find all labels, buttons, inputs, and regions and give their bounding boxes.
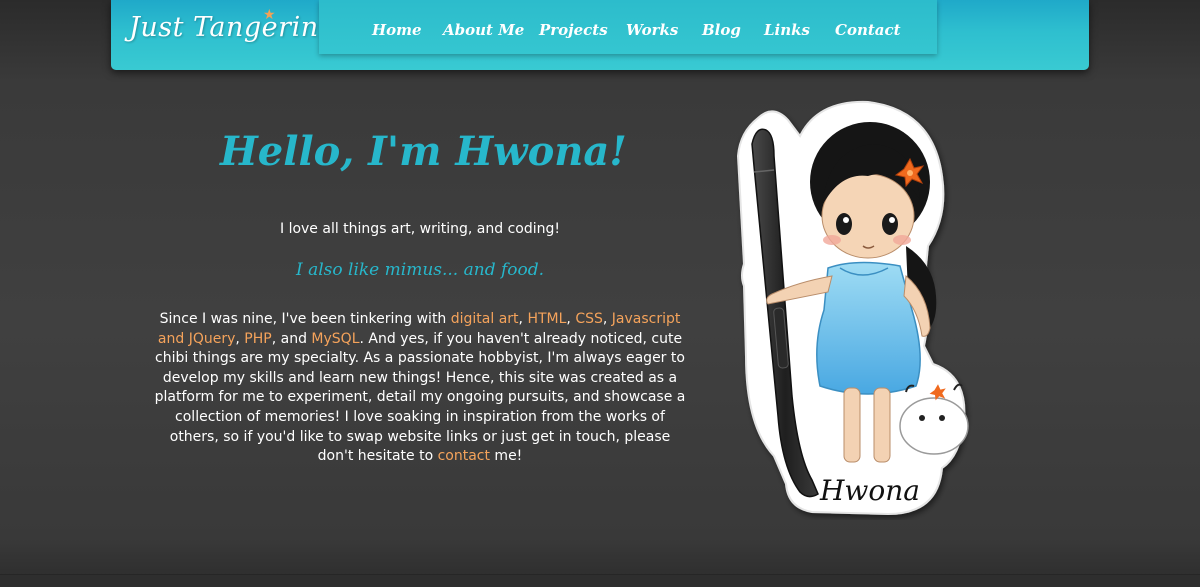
page-title: Hello, I'm Hwona! [220, 128, 627, 175]
site-logo[interactable]: Just Tangerine [129, 12, 335, 43]
bio-text: me! [489, 448, 523, 465]
chibi-illustration: Hwona [736, 100, 969, 516]
nav-home[interactable]: Home [372, 21, 422, 39]
nav-blog[interactable]: Blog [702, 21, 741, 39]
link-css[interactable]: CSS [575, 311, 603, 327]
nav-contact[interactable]: Contact [835, 21, 901, 39]
bio-text: , [566, 311, 576, 327]
bio-text: Since I was nine, I've been tinkering wi… [159, 311, 451, 327]
intro-line: I love all things art, writing, and codi… [279, 221, 560, 237]
bio-text: , [602, 311, 612, 327]
nav-projects[interactable]: Projects [539, 21, 608, 39]
bio-text: , [235, 330, 245, 347]
link-contact[interactable]: contact [438, 448, 490, 464]
nav-works[interactable]: Works [626, 21, 678, 39]
bio-text: . And yes, if you haven't already notice… [154, 330, 686, 465]
nav-about-me[interactable]: About Me [443, 21, 524, 39]
site-header: Just Tangerine ★ Home About Me Projects … [111, 0, 1089, 70]
bio-paragraph: Since I was nine, I've been tinkering wi… [150, 310, 690, 467]
link-html[interactable]: HTML [527, 311, 566, 327]
link-php[interactable]: PHP [244, 331, 271, 347]
star-icon: ★ [263, 7, 276, 23]
link-mysql[interactable]: MySQL [311, 331, 359, 347]
page-footer-band [0, 574, 1200, 587]
nav-links[interactable]: Links [764, 21, 810, 39]
intro-subline: I also like mimus... and food. [295, 260, 545, 280]
signature-text: Hwona [819, 474, 920, 507]
main-nav: Home About Me Projects Works Blog Links … [319, 0, 937, 54]
bio-text: , and [271, 330, 312, 347]
link-digital-art[interactable]: digital art [451, 311, 519, 327]
